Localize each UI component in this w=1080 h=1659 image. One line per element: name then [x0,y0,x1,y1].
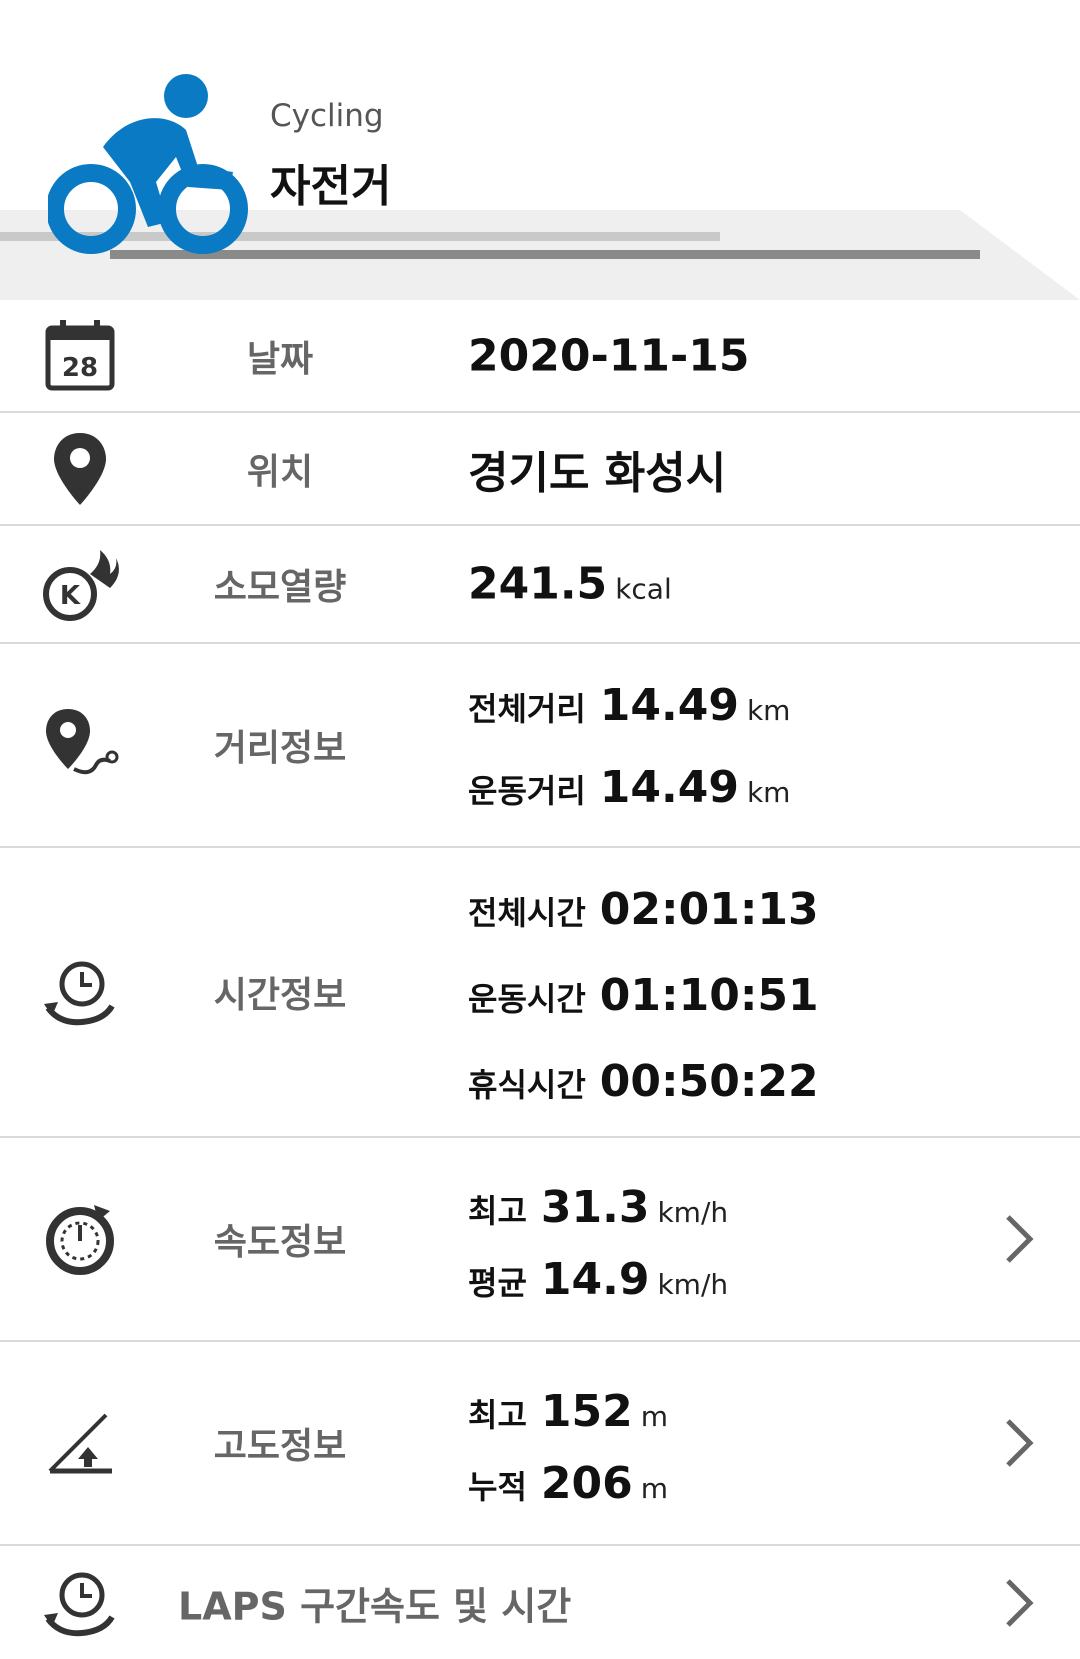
avg-speed-value: 14.9 [540,1254,650,1305]
exercise-distance-value: 14.49 [599,762,739,813]
route-pin-icon [46,709,119,775]
calories-value: 241.5 [468,558,608,610]
total-distance-unit: km [746,694,791,727]
date-value: 2020-11-15 [468,330,750,381]
avg-speed: 평균 14.9 km/h [468,1254,728,1305]
time-row: 시간정보 전체시간 02:01:13 운동시간 01:10:51 휴식시간 00… [0,848,1080,1138]
max-altitude-unit: m [640,1400,669,1433]
laps-row[interactable]: LAPS 구간속도 및 시간 [0,1546,1080,1659]
max-altitude-label: 최고 [468,1396,527,1434]
calories-row: K 소모열량 241.5 kcal [0,526,1080,644]
time-label: 시간정보 [213,975,347,1016]
cumulative-altitude-unit: m [640,1472,669,1505]
max-speed: 최고 31.3 km/h [468,1182,728,1233]
location-row: 위치 경기도 화성시 [0,413,1080,526]
date-label: 날짜 [246,338,314,380]
laps-label: LAPS 구간속도 및 시간 [178,1584,572,1628]
rest-time-value: 00:50:22 [599,1056,819,1107]
speed-label: 속도정보 [213,1222,347,1263]
exercise-time-value: 01:10:51 [599,970,819,1021]
svg-text:28: 28 [62,353,98,383]
max-speed-unit: km/h [657,1196,729,1229]
total-time-label: 전체시간 [468,894,586,932]
avg-speed-label: 평균 [468,1264,527,1302]
total-distance-value: 14.49 [599,680,739,731]
cumulative-altitude-value: 206 [540,1458,633,1509]
total-time-value: 02:01:13 [599,884,819,935]
cyclist-icon [48,74,248,254]
altitude-row[interactable]: 고도정보 최고 152 m 누적 206 m [0,1342,1080,1546]
chevron-right-icon[interactable] [1000,1413,1040,1473]
speed-row[interactable]: 속도정보 최고 31.3 km/h 평균 14.9 km/h [0,1138,1080,1342]
total-distance: 전체거리 14.49 km [468,680,790,731]
date-row: 28 날짜 2020-11-15 [0,300,1080,413]
activity-detail-list: 28 날짜 2020-11-15 위치 경기도 화성시 K 소모열량 241.5… [0,300,1080,1659]
calendar-icon: 28 [45,319,115,390]
exercise-distance: 운동거리 14.49 km [468,762,790,813]
calorie-flame-icon: K [43,550,119,621]
calories-unit: kcal [615,572,672,606]
total-distance-label: 전체거리 [468,690,586,728]
max-speed-label: 최고 [468,1192,527,1230]
speedometer-icon [46,1205,114,1275]
max-altitude: 최고 152 m [468,1386,668,1437]
chevron-right-icon[interactable] [1000,1573,1040,1633]
avg-speed-unit: km/h [657,1268,729,1301]
exercise-distance-label: 운동거리 [468,772,586,810]
cumulative-altitude-label: 누적 [468,1468,527,1506]
activity-title: 자전거 [270,161,392,212]
location-value: 경기도 화성시 [468,447,727,499]
stopwatch-icon [44,961,115,1026]
activity-subtitle: Cycling [270,98,384,134]
calories-label: 소모열량 [213,567,347,608]
distance-label: 거리정보 [213,728,347,769]
activity-header: Cycling 자전거 [0,0,1080,300]
svg-text:K: K [60,581,81,611]
distance-row: 거리정보 전체거리 14.49 km 운동거리 14.49 km [0,644,1080,848]
total-time: 전체시간 02:01:13 [468,884,819,935]
chevron-right-icon[interactable] [1000,1209,1040,1269]
exercise-time: 운동시간 01:10:51 [468,970,819,1021]
max-altitude-value: 152 [540,1386,633,1437]
exercise-time-label: 운동시간 [468,980,586,1018]
lap-timer-icon [44,1572,115,1636]
exercise-distance-unit: km [746,776,791,809]
location-label: 위치 [246,451,314,493]
cumulative-altitude: 누적 206 m [468,1458,668,1509]
rest-time: 휴식시간 00:50:22 [468,1056,819,1107]
altitude-label: 고도정보 [213,1426,347,1467]
max-speed-value: 31.3 [540,1182,650,1233]
rest-time-label: 휴식시간 [468,1066,586,1104]
elevation-icon [48,1413,112,1474]
map-pin-icon [54,432,106,505]
